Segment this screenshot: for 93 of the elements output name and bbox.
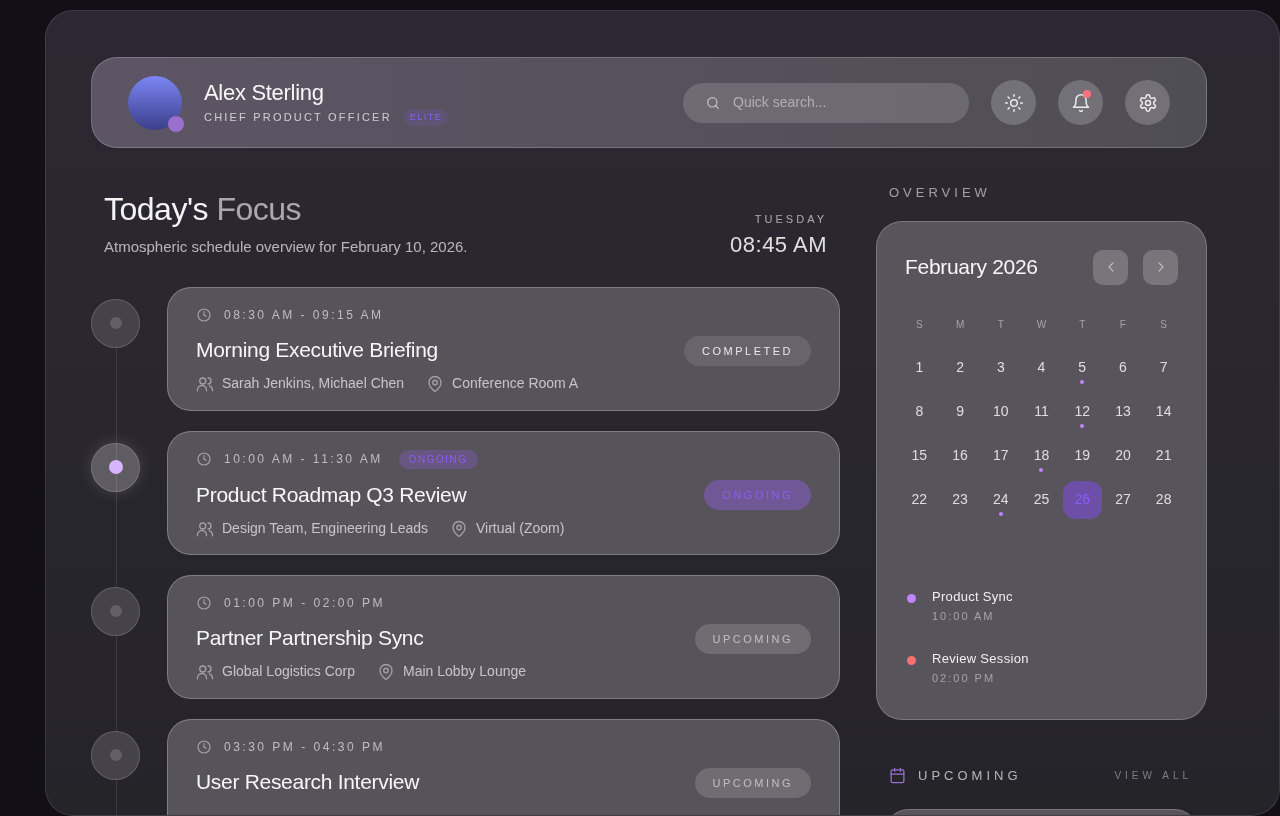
user-role: CHIEF PRODUCT OFFICER	[204, 110, 392, 126]
calendar-day[interactable]: 6	[1103, 348, 1143, 387]
avatar	[128, 75, 182, 130]
calendar-day[interactable]: 25	[1022, 480, 1061, 519]
event-title: User Research Interview	[196, 768, 421, 795]
calendar-day[interactable]: 28	[1144, 480, 1184, 519]
clock-icon	[196, 594, 212, 611]
calendar-day[interactable]: 24	[981, 480, 1021, 519]
search-field[interactable]: Quick search...	[683, 82, 969, 123]
search-icon	[705, 94, 721, 111]
calendar-day[interactable]: 10	[981, 392, 1021, 431]
section-heading: OVERVIEW	[889, 184, 992, 202]
calendar-day[interactable]: 20	[1103, 436, 1143, 475]
people-icon	[196, 519, 214, 538]
calendar-day[interactable]: 27	[1103, 480, 1143, 519]
calendar-day[interactable]: 23	[940, 480, 980, 519]
calendar-day[interactable]: 3	[981, 348, 1021, 387]
calendar-day[interactable]: 12	[1062, 392, 1102, 431]
event-card[interactable]: 08:30 AM - 09:15 AM Morning Executive Briefing Sarah Jenkins, Michael Chen Conference Room A COMPLETED	[167, 286, 840, 411]
weekday-header: T	[997, 318, 1004, 332]
settings-icon	[1137, 92, 1158, 113]
bell-icon	[1070, 92, 1091, 113]
agenda-time: 10:00 AM	[932, 609, 996, 624]
calendar-day[interactable]: 1	[899, 348, 939, 387]
settings-button[interactable]	[1125, 80, 1170, 125]
status-badge: ONGOING	[704, 479, 811, 510]
calendar-day[interactable]: 14	[1144, 392, 1184, 431]
agenda-time: 02:00 PM	[932, 671, 997, 686]
calendar-day[interactable]: 5	[1062, 348, 1102, 387]
weekday-header: S	[1160, 318, 1167, 332]
event-card[interactable]: 03:30 PM - 04:30 PM User Research Interview UPCOMING	[167, 718, 840, 815]
calendar-day[interactable]: 8	[899, 392, 939, 431]
event-time: 10:00 AM - 11:30 AM	[224, 451, 383, 468]
calendar-day[interactable]: 7	[1144, 348, 1184, 387]
event-title: Partner Partnership Sync	[196, 624, 425, 651]
calendar-day[interactable]: 22	[899, 480, 939, 519]
calendar-day[interactable]: 17	[981, 436, 1021, 475]
page-subtitle: Atmospheric schedule overview for February 10, 2026.	[104, 237, 468, 257]
sun-icon	[1003, 92, 1024, 113]
view-all-link[interactable]: VIEW ALL	[1114, 767, 1192, 783]
calendar-day[interactable]: 15	[899, 436, 939, 475]
weekday-header: T	[1079, 318, 1086, 332]
calendar-day[interactable]: 18	[1022, 436, 1061, 475]
event-time: 01:00 PM - 02:00 PM	[224, 594, 385, 612]
tier-badge: ELITE	[403, 108, 449, 127]
user-name: Alex Sterling	[204, 78, 325, 107]
weekday-header: F	[1119, 318, 1126, 332]
agenda-title: Product Sync	[932, 587, 1013, 606]
location-pin-icon	[426, 374, 445, 393]
calendar-day[interactable]: 2	[940, 348, 980, 387]
location: Virtual (Zoom)	[476, 519, 565, 538]
event-card[interactable]: 01:00 PM - 02:00 PM Partner Partnership Sync Global Logistics Corp Main Lobby Lounge UPCOMING	[167, 574, 840, 699]
clock-icon	[196, 306, 212, 323]
people-icon	[196, 374, 214, 393]
status-badge: UPCOMING	[694, 767, 811, 798]
agenda-title: Review Session	[932, 649, 1029, 668]
status-badge: COMPLETED	[684, 335, 811, 366]
weekday-label: TUESDAY	[754, 212, 827, 227]
weekday-header: S	[916, 318, 923, 332]
location-pin-icon	[450, 519, 468, 538]
people-icon	[196, 662, 214, 681]
event-card[interactable]: 10:00 AM - 11:30 AM ONGOING Product Roadmap Q3 Review Design Team, Engineering Leads Virtual (Zoom) ONGOING	[167, 430, 840, 555]
calendar-day[interactable]: 9	[940, 392, 980, 431]
location: Conference Room A	[452, 374, 579, 393]
calendar-month: February 2026	[905, 254, 1038, 281]
location: Main Lobby Lounge	[403, 662, 527, 681]
weekday-header: W	[1036, 318, 1047, 332]
attendees: Design Team, Engineering Leads	[222, 519, 428, 538]
clock-icon	[196, 451, 212, 467]
theme-button[interactable]	[991, 80, 1036, 125]
weekday-header: M	[955, 318, 965, 332]
search-input[interactable]: Quick search...	[733, 92, 933, 113]
current-time: 08:45 AM	[730, 230, 827, 259]
calendar-day[interactable]: 11	[1022, 392, 1061, 431]
event-time: 08:30 AM - 09:15 AM	[224, 306, 384, 324]
calendar-day[interactable]: 19	[1062, 436, 1102, 475]
status-badge: UPCOMING	[694, 623, 811, 654]
location-pin-icon	[377, 662, 396, 681]
attendees: Global Logistics Corp	[222, 662, 356, 681]
attendees: Sarah Jenkins, Michael Chen	[222, 374, 405, 393]
section-heading: UPCOMING	[918, 766, 1022, 785]
page-title: Today's Focus	[104, 190, 303, 228]
event-title: Product Roadmap Q3 Review	[196, 481, 468, 508]
event-time: 03:30 PM - 04:30 PM	[224, 738, 385, 756]
calendar-icon	[889, 766, 906, 784]
calendar-day[interactable]: 4	[1022, 348, 1061, 387]
calendar-day[interactable]: 13	[1103, 392, 1143, 431]
calendar-day[interactable]: 21	[1144, 436, 1184, 475]
clock-icon	[196, 738, 212, 755]
event-title: Morning Executive Briefing	[196, 336, 439, 363]
status-tag: ONGOING	[398, 449, 478, 469]
notifications-button[interactable]	[1058, 80, 1103, 125]
calendar-day[interactable]: 16	[940, 436, 980, 475]
